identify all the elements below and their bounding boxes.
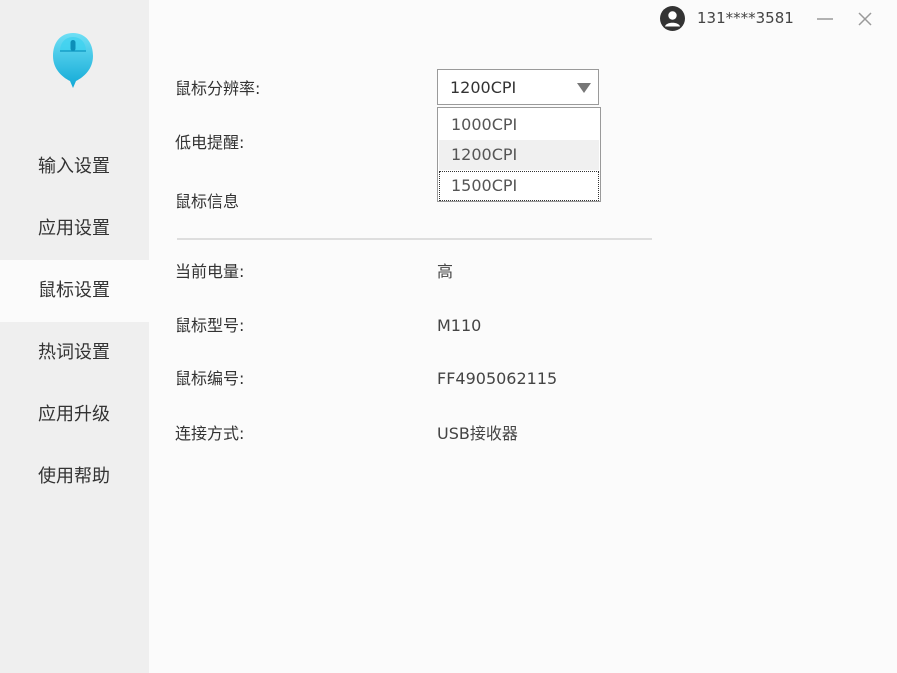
sidebar-item-label: 输入设置	[38, 156, 110, 177]
resolution-select-value: 1200CPI	[450, 78, 517, 97]
sidebar: 输入设置 应用设置 鼠标设置 热词设置 应用升级 使用帮助	[0, 0, 149, 673]
mouse-logo-icon	[53, 33, 93, 88]
model-value: M110	[437, 316, 482, 335]
resolution-select[interactable]: 1200CPI	[437, 69, 599, 105]
connection-label: 连接方式:	[175, 424, 245, 443]
battery-label: 当前电量:	[175, 262, 245, 281]
close-icon[interactable]	[855, 9, 875, 29]
sidebar-item-app-settings[interactable]: 应用设置	[0, 198, 149, 260]
low-battery-label: 低电提醒:	[175, 133, 245, 152]
sidebar-item-label: 应用设置	[38, 218, 110, 239]
minimize-icon[interactable]	[815, 8, 835, 28]
sidebar-item-mouse-settings[interactable]: 鼠标设置	[0, 260, 149, 322]
user-avatar-icon[interactable]	[660, 6, 685, 31]
sidebar-nav: 输入设置 应用设置 鼠标设置 热词设置 应用升级 使用帮助	[0, 136, 149, 508]
sidebar-item-label: 使用帮助	[38, 466, 110, 487]
sidebar-item-label: 鼠标设置	[38, 280, 110, 301]
user-account-label[interactable]: 131****3581	[697, 8, 794, 28]
mouse-info-heading: 鼠标信息	[175, 192, 240, 211]
serial-value: FF4905062115	[437, 369, 558, 388]
sidebar-item-hotword-settings[interactable]: 热词设置	[0, 322, 149, 384]
sidebar-item-input-settings[interactable]: 输入设置	[0, 136, 149, 198]
resolution-option-1000[interactable]: 1000CPI	[439, 110, 599, 140]
sidebar-item-app-upgrade[interactable]: 应用升级	[0, 384, 149, 446]
resolution-option-1200[interactable]: 1200CPI	[439, 140, 599, 170]
resolution-label: 鼠标分辨率:	[175, 79, 261, 98]
model-label: 鼠标型号:	[175, 316, 245, 335]
sidebar-item-help[interactable]: 使用帮助	[0, 446, 149, 508]
app-window: 输入设置 应用设置 鼠标设置 热词设置 应用升级 使用帮助 131****358…	[0, 0, 897, 673]
serial-label: 鼠标编号:	[175, 369, 245, 388]
sidebar-item-label: 应用升级	[38, 404, 110, 425]
resolution-option-1500[interactable]: 1500CPI	[439, 171, 599, 201]
battery-value: 高	[437, 262, 454, 281]
section-divider	[177, 238, 652, 240]
resolution-dropdown-list: 1000CPI 1200CPI 1500CPI	[437, 107, 601, 202]
connection-value: USB接收器	[437, 424, 518, 443]
sidebar-item-label: 热词设置	[38, 342, 110, 363]
dropdown-arrow-icon	[577, 83, 591, 93]
